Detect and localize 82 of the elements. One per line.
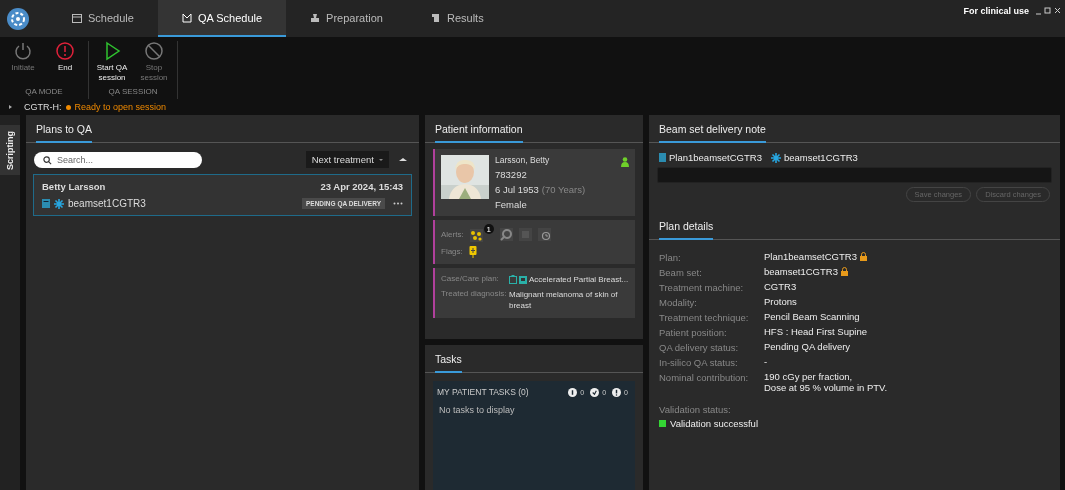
window-controls-icon[interactable] — [1035, 7, 1061, 15]
ribbon-group-label: QA SESSION — [108, 87, 158, 96]
detail-value: - — [764, 357, 768, 368]
sort-dropdown[interactable]: Next treatment — [305, 151, 389, 168]
case-label: Case/Care plan: — [441, 274, 500, 283]
detail-label: In-silico QA status: — [659, 357, 739, 368]
info-icon — [568, 387, 578, 397]
panel-title: Plans to QA — [36, 115, 93, 143]
detail-label: Beam set: — [659, 267, 703, 278]
alerts-label: Alerts: — [441, 229, 464, 239]
detail-value: Protons — [764, 297, 797, 308]
person-icon — [621, 157, 629, 167]
flag-icon[interactable] — [468, 245, 477, 258]
detail-value: 190 cGy per fraction, Dose at 95 % volume in PTV. — [764, 372, 888, 394]
detail-value: Pencil Beam Scanning — [764, 312, 860, 323]
detail-label: Patient position: — [659, 327, 728, 338]
care-plan-name: Accelerated Partial Breast... — [529, 274, 629, 286]
patient-id: 783292 — [495, 169, 528, 180]
tasks-header: MY PATIENT TASKS (0) — [437, 387, 529, 397]
detail-label: Plan: — [659, 252, 682, 263]
detail-value: Pending QA delivery — [764, 342, 851, 353]
detail-label: QA delivery status: — [659, 342, 740, 353]
prohibited-icon — [144, 41, 164, 61]
plan-date: 23 Apr 2024, 15:43 — [320, 181, 403, 192]
detail-value: HFS : Head First Supine — [764, 327, 867, 338]
patient-name: Larsson, Betty — [495, 155, 551, 165]
empty-message: No tasks to display — [439, 405, 516, 415]
birth-date: 6 Jul 1953 — [495, 184, 539, 195]
nav-tab[interactable]: QA Schedule — [157, 0, 287, 37]
clinical-use-label: For clinical use — [963, 6, 1029, 16]
ribbon-group-label: QA MODE — [25, 87, 63, 96]
detail-value: Plan1beamsetCGTR3 — [764, 252, 857, 263]
scripting-tab[interactable]: Scripting — [0, 125, 20, 175]
app-logo-icon[interactable] — [6, 6, 30, 31]
alert-count-badge: 1 — [483, 224, 494, 234]
history-alert-icon[interactable] — [537, 227, 551, 241]
status-dot-icon — [65, 104, 71, 110]
panel-title: Plan details — [659, 212, 714, 240]
search-field[interactable]: Search... — [34, 151, 202, 168]
diagnosis-label: Treated diagnosis: — [441, 289, 508, 299]
session-status: Ready to open session — [74, 102, 167, 112]
patient-name: Betty Larsson — [42, 181, 107, 192]
panel-title: Patient information — [435, 115, 523, 143]
diagnosis-text: Malignant melanoma of skin of breast — [509, 289, 619, 312]
beam-icon — [54, 198, 64, 209]
patient-age: (70 Years) — [541, 184, 586, 195]
detail-label: Modality: — [659, 297, 698, 308]
nav-tab[interactable]: Results — [406, 0, 508, 37]
ribbon-button[interactable]: End — [44, 41, 86, 74]
detail-label: Treatment machine: — [659, 282, 745, 293]
machine-label: CGTR-H: — [24, 102, 62, 112]
plan-icon — [659, 153, 666, 162]
care-plan-icon[interactable] — [519, 275, 527, 285]
beam-set-name: beamset1CGTR3 — [783, 152, 858, 163]
ribbon-button[interactable]: Start QA session — [91, 41, 133, 84]
plan-name: Plan1beamsetCGTR3 — [669, 152, 762, 163]
patient-sex: Female — [495, 199, 528, 210]
more-icon[interactable] — [393, 202, 403, 205]
detail-label: Nominal contribution: — [659, 372, 750, 385]
beam-set-name: beamset1CGTR3 — [68, 198, 146, 209]
alert-icon — [612, 387, 622, 397]
document-icon — [430, 12, 441, 23]
flags-label: Flags: — [441, 247, 463, 256]
nav-tab[interactable]: Preparation — [286, 0, 407, 37]
detail-value: CGTR3 — [764, 282, 797, 293]
panel-title: Beam set delivery note — [659, 115, 766, 143]
beam-icon — [770, 152, 781, 163]
power-icon — [13, 41, 33, 61]
exclamation-icon — [55, 41, 75, 61]
detail-label: Treatment technique: — [659, 312, 750, 323]
check-icon — [590, 387, 600, 397]
panel-title: Tasks — [435, 345, 462, 373]
validation-label: Validation status: — [658, 402, 732, 415]
detail-value: beamset1CGTR3 — [764, 267, 838, 278]
expand-icon[interactable] — [9, 105, 12, 109]
validation-result: Validation successful — [670, 416, 758, 431]
sort-direction-icon[interactable] — [399, 158, 407, 161]
plan-icon — [42, 199, 50, 208]
calendar-icon — [72, 12, 82, 23]
nav-tab[interactable]: Schedule — [48, 0, 158, 37]
case-icon[interactable] — [509, 275, 517, 285]
cone-icon — [310, 12, 321, 23]
